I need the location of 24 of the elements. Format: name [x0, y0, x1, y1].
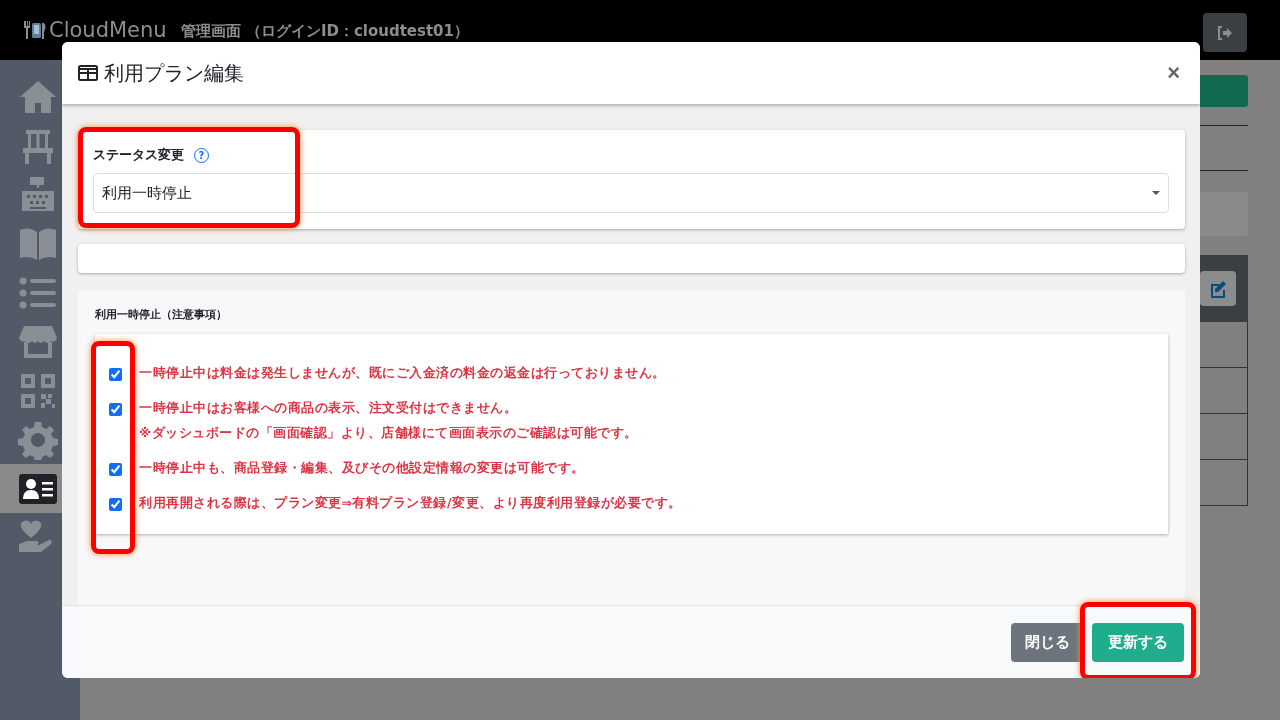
field-label: ステータス変更 [93, 146, 184, 164]
table-icon [78, 65, 98, 81]
notice-text: ※ダッシュボードの「画面確認」より、店舗様にて画面表示のご確認は可能です。 [139, 425, 638, 442]
notice-text: 一時停止中も、商品登録・編集、及びその他設定情報の変更は可能です。 [139, 460, 585, 477]
edit-icon [1209, 279, 1227, 298]
notice-text: 一時停止中は料金は発生しませんが、既にご入金済の料金の返金は行っておりません。 [139, 365, 666, 382]
logout-icon [1217, 24, 1233, 41]
close-button[interactable]: × [1163, 60, 1184, 86]
logo-icon [22, 19, 46, 41]
app-logo: CloudMenu [49, 18, 167, 42]
checkbox[interactable] [109, 498, 122, 511]
settings-icon [18, 419, 58, 460]
notice-text: 一時停止中はお客様への商品の表示、注文受付はできません。 [139, 400, 518, 417]
checkbox[interactable] [109, 403, 122, 416]
checkbox[interactable] [109, 463, 122, 476]
edit-button[interactable] [1200, 271, 1236, 306]
update-button[interactable]: 更新する [1092, 622, 1184, 662]
logout-button[interactable] [1203, 13, 1247, 52]
notice-text: 利用再開される際は、プラン変更⇒有料プラン登録/変更、より再度利用登録が必要です。 [139, 495, 682, 512]
checkbox[interactable] [109, 368, 122, 381]
section-heading: 利用一時停止（注意事項） [95, 307, 228, 322]
status-select[interactable]: 利用一時停止 [93, 173, 1169, 213]
page-title: 管理画面 （ログインID：cloudtest01） [180, 22, 469, 41]
modal-title: 利用プラン編集 [104, 59, 245, 87]
